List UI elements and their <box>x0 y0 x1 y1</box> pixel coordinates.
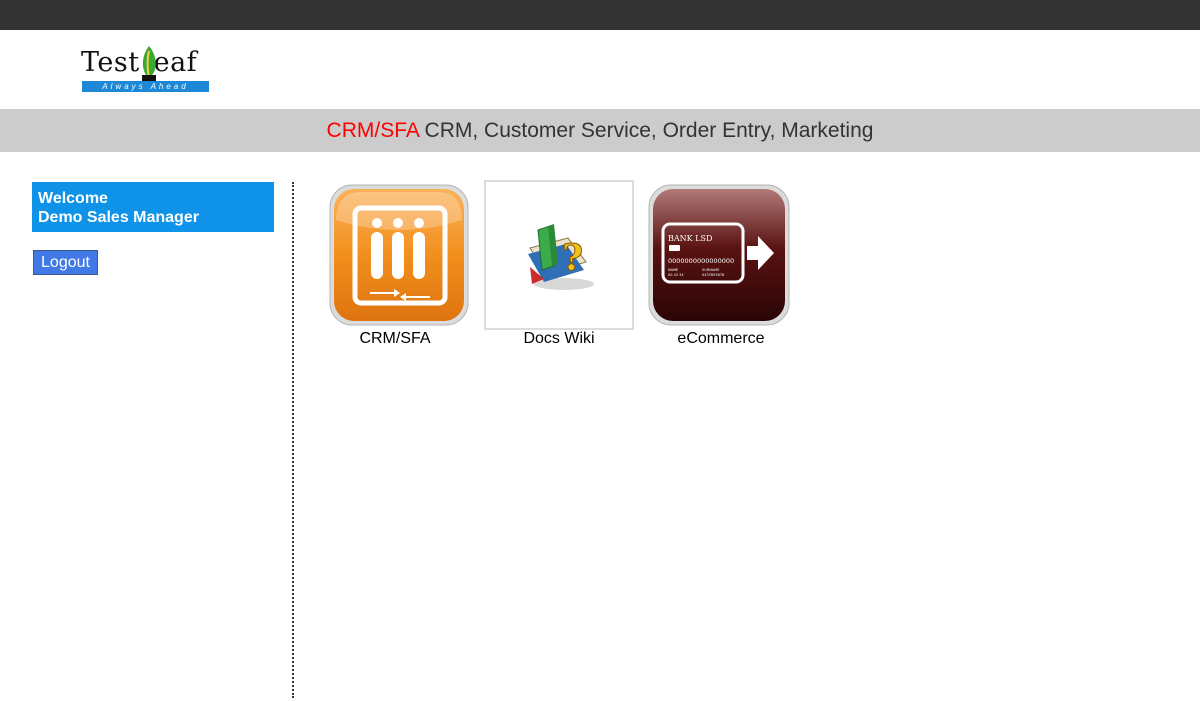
welcome-label: Welcome <box>38 190 108 207</box>
ecommerce-icon[interactable]: BANK LSD 0000000000000000 NAME SURNAME 0… <box>646 180 796 330</box>
logo-tagline: Always Ahead <box>82 81 209 92</box>
app-icon-frame[interactable] <box>320 180 470 330</box>
banner-highlight: CRM/SFA <box>326 119 419 142</box>
top-bar <box>0 0 1200 30</box>
svg-text:?: ? <box>562 237 583 279</box>
banner-text: CRM, Customer Service, Order Entry, Mark… <box>418 119 874 142</box>
page-banner: CRM/SFA CRM, Customer Service, Order Ent… <box>0 109 1200 152</box>
app-label[interactable]: eCommerce <box>646 329 796 349</box>
crm-sfa-icon[interactable] <box>320 180 470 330</box>
user-name: Demo Sales Manager <box>38 209 199 226</box>
card-surname-value: 0437893678 <box>702 273 724 277</box>
testleaf-logo[interactable]: Test eaf Always Ahead <box>81 45 211 93</box>
app-icon-frame[interactable]: ? <box>484 180 634 330</box>
card-surname-label: SURNAME <box>702 268 719 272</box>
app-icon-frame[interactable]: BANK LSD 0000000000000000 NAME SURNAME 0… <box>646 180 796 330</box>
card-number-text: 0000000000000000 <box>668 257 734 265</box>
logout-button[interactable]: Logout <box>33 250 98 275</box>
welcome-box: Welcome Demo Sales Manager <box>32 182 274 232</box>
app-label[interactable]: CRM/SFA <box>320 329 470 349</box>
leaf-icon <box>142 46 156 81</box>
card-name-label: NAME <box>668 268 678 272</box>
docs-wiki-icon[interactable]: ? <box>486 182 632 328</box>
sidebar-divider <box>292 182 294 698</box>
card-name-value: 00 43 34 <box>668 273 684 277</box>
card-bank-text: BANK LSD <box>668 234 712 243</box>
app-label[interactable]: Docs Wiki <box>484 329 634 349</box>
